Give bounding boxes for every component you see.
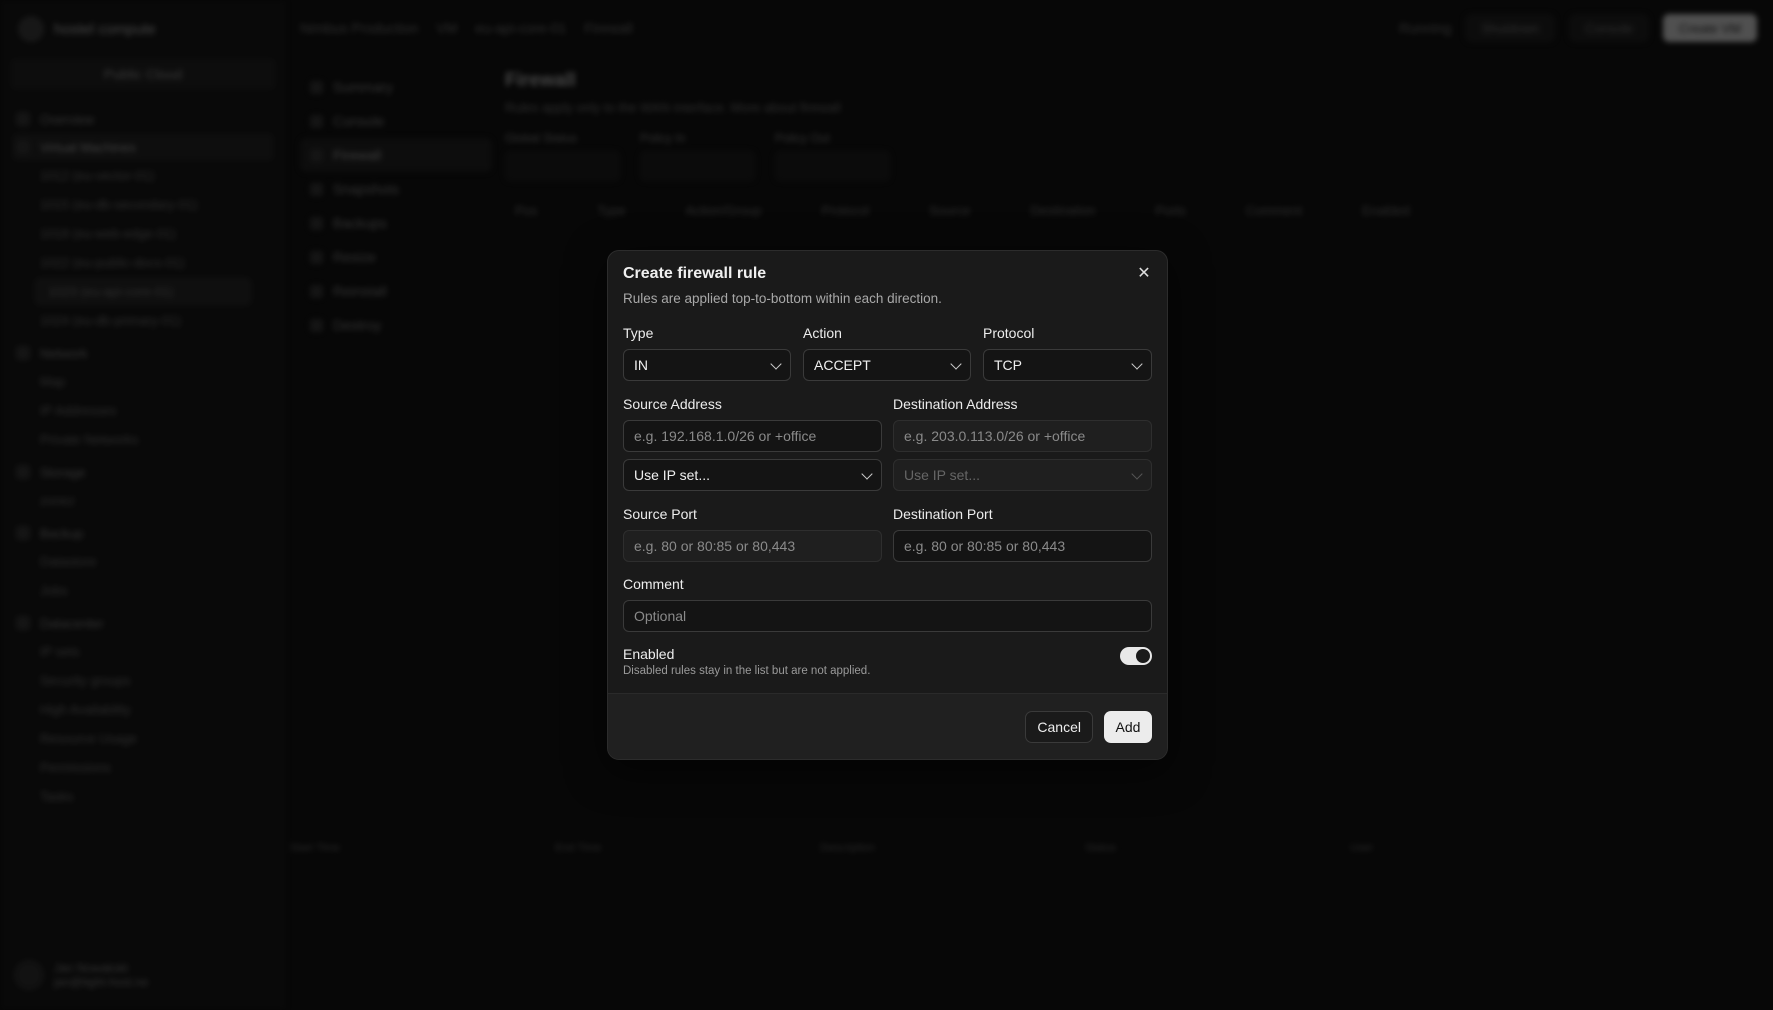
- source-address-label: Source Address: [623, 396, 722, 412]
- destination-port-label: Destination Port: [893, 506, 993, 522]
- chevron-down-icon: [861, 468, 873, 480]
- enabled-label: Enabled: [623, 646, 675, 662]
- dialog-description: Rules are applied top-to-bottom within e…: [623, 291, 942, 306]
- source-address-input[interactable]: e.g. 192.168.1.0/26 or +office: [623, 420, 882, 452]
- source-port-input[interactable]: e.g. 80 or 80:85 or 80,443: [623, 530, 882, 562]
- dialog-header: Create firewall rule Rules are applied t…: [623, 265, 1152, 306]
- destination-ipset-select[interactable]: Use IP set...: [893, 459, 1152, 491]
- chevron-down-icon: [950, 358, 962, 370]
- destination-address-label: Destination Address: [893, 396, 1018, 412]
- enabled-hint: Disabled rules stay in the list but are …: [623, 665, 871, 677]
- toggle-knob: [1136, 649, 1150, 663]
- cancel-button[interactable]: Cancel: [1025, 711, 1093, 743]
- chevron-down-icon: [1131, 358, 1143, 370]
- source-ipset-select[interactable]: Use IP set...: [623, 459, 882, 491]
- close-icon[interactable]: ✕: [1135, 265, 1153, 283]
- dialog-title: Create firewall rule: [623, 265, 767, 282]
- chevron-down-icon: [1131, 468, 1143, 480]
- action-select[interactable]: ACCEPT: [803, 349, 971, 381]
- source-port-label: Source Port: [623, 506, 697, 522]
- protocol-select[interactable]: TCP: [983, 349, 1152, 381]
- dialog-footer: Cancel Add: [608, 693, 1167, 759]
- create-firewall-rule-dialog: Create firewall rule Rules are applied t…: [607, 250, 1168, 760]
- add-button[interactable]: Add: [1104, 711, 1152, 743]
- type-select[interactable]: IN: [623, 349, 791, 381]
- action-label: Action: [803, 325, 842, 341]
- type-label: Type: [623, 325, 654, 341]
- chevron-down-icon: [770, 358, 782, 370]
- protocol-label: Protocol: [983, 325, 1035, 341]
- destination-address-input[interactable]: e.g. 203.0.113.0/26 or +office: [893, 420, 1152, 452]
- enabled-toggle[interactable]: [1120, 647, 1152, 665]
- comment-input[interactable]: Optional: [623, 600, 1152, 632]
- comment-label: Comment: [623, 576, 684, 592]
- destination-port-input[interactable]: e.g. 80 or 80:85 or 80,443: [893, 530, 1152, 562]
